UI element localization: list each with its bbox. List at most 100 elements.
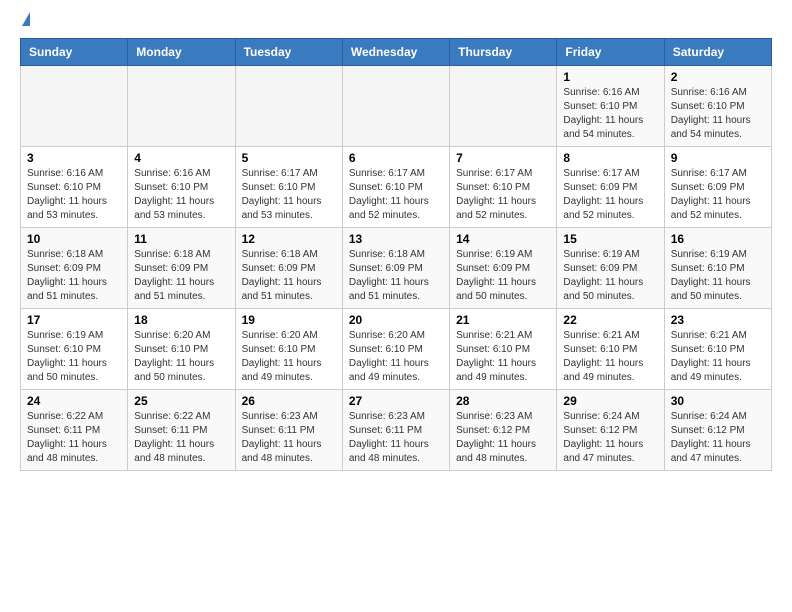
day-cell: 30Sunrise: 6:24 AM Sunset: 6:12 PM Dayli…	[664, 390, 771, 471]
day-cell: 23 Sunrise: 6:21 AM Sunset: 6:10 PM Dayli…	[664, 309, 771, 390]
day-info: Sunrise: 6:17 AM Sunset: 6:09 PM Dayligh…	[563, 167, 657, 223]
day-header-friday: Friday	[557, 39, 664, 66]
day-header-thursday: Thursday	[450, 39, 557, 66]
day-number: 3	[27, 151, 121, 165]
day-header-wednesday: Wednesday	[342, 39, 449, 66]
day-number: 24	[27, 394, 121, 408]
day-cell: 7Sunrise: 6:17 AM Sunset: 6:10 PM Daylig…	[450, 147, 557, 228]
day-number: 15	[563, 232, 657, 246]
day-info: Sunrise: 6:20 AM Sunset: 6:10 PM Dayligh…	[134, 329, 228, 385]
day-number: 18	[134, 313, 228, 327]
day-header-sunday: Sunday	[21, 39, 128, 66]
day-info: Sunrise: 6:18 AM Sunset: 6:09 PM Dayligh…	[349, 248, 443, 304]
day-info: Sunrise: 6:20 AM Sunset: 6:10 PM Dayligh…	[349, 329, 443, 385]
day-cell: 17 Sunrise: 6:19 AM Sunset: 6:10 PM Dayli…	[21, 309, 128, 390]
day-info: Sunrise: 6:24 AM Sunset: 6:12 PM Dayligh…	[671, 410, 765, 466]
day-info: Sunrise: 6:18 AM Sunset: 6:09 PM Dayligh…	[27, 248, 121, 304]
day-cell: 1Sunrise: 6:16 AM Sunset: 6:10 PM Daylig…	[557, 66, 664, 147]
day-cell: 11 Sunrise: 6:18 AM Sunset: 6:09 PM Dayli…	[128, 228, 235, 309]
day-cell: 24 Sunrise: 6:22 AM Sunset: 6:11 PM Dayli…	[21, 390, 128, 471]
day-info: Sunrise: 6:17 AM Sunset: 6:10 PM Dayligh…	[242, 167, 336, 223]
day-info: Sunrise: 6:23 AM Sunset: 6:11 PM Dayligh…	[349, 410, 443, 466]
day-info: Sunrise: 6:16 AM Sunset: 6:10 PM Dayligh…	[134, 167, 228, 223]
day-cell: 16 Sunrise: 6:19 AM Sunset: 6:10 PM Dayli…	[664, 228, 771, 309]
day-info: Sunrise: 6:22 AM Sunset: 6:11 PM Dayligh…	[134, 410, 228, 466]
day-number: 21	[456, 313, 550, 327]
day-info: Sunrise: 6:16 AM Sunset: 6:10 PM Dayligh…	[563, 86, 657, 142]
day-number: 5	[242, 151, 336, 165]
page-container: SundayMondayTuesdayWednesdayThursdayFrid…	[0, 0, 792, 487]
day-number: 4	[134, 151, 228, 165]
day-cell: 27 Sunrise: 6:23 AM Sunset: 6:11 PM Dayli…	[342, 390, 449, 471]
week-row-3: 17 Sunrise: 6:19 AM Sunset: 6:10 PM Dayli…	[21, 309, 772, 390]
day-number: 6	[349, 151, 443, 165]
day-cell: 6 Sunrise: 6:17 AM Sunset: 6:10 PM Daylig…	[342, 147, 449, 228]
day-info: Sunrise: 6:17 AM Sunset: 6:10 PM Dayligh…	[349, 167, 443, 223]
day-cell: 2 Sunrise: 6:16 AM Sunset: 6:10 PM Daylig…	[664, 66, 771, 147]
header-row: SundayMondayTuesdayWednesdayThursdayFrid…	[21, 39, 772, 66]
day-info: Sunrise: 6:20 AM Sunset: 6:10 PM Dayligh…	[242, 329, 336, 385]
day-number: 11	[134, 232, 228, 246]
day-cell	[235, 66, 342, 147]
day-header-monday: Monday	[128, 39, 235, 66]
day-info: Sunrise: 6:16 AM Sunset: 6:10 PM Dayligh…	[27, 167, 121, 223]
day-info: Sunrise: 6:22 AM Sunset: 6:11 PM Dayligh…	[27, 410, 121, 466]
day-number: 9	[671, 151, 765, 165]
day-cell: 26 Sunrise: 6:23 AM Sunset: 6:11 PM Dayli…	[235, 390, 342, 471]
day-cell: 21 Sunrise: 6:21 AM Sunset: 6:10 PM Dayli…	[450, 309, 557, 390]
day-info: Sunrise: 6:17 AM Sunset: 6:09 PM Dayligh…	[671, 167, 765, 223]
day-number: 8	[563, 151, 657, 165]
day-cell: 15Sunrise: 6:19 AM Sunset: 6:09 PM Dayli…	[557, 228, 664, 309]
day-number: 17	[27, 313, 121, 327]
day-number: 7	[456, 151, 550, 165]
day-number: 23	[671, 313, 765, 327]
day-info: Sunrise: 6:24 AM Sunset: 6:12 PM Dayligh…	[563, 410, 657, 466]
day-cell	[342, 66, 449, 147]
day-number: 10	[27, 232, 121, 246]
day-cell: 12 Sunrise: 6:18 AM Sunset: 6:09 PM Dayli…	[235, 228, 342, 309]
day-number: 22	[563, 313, 657, 327]
day-cell: 9 Sunrise: 6:17 AM Sunset: 6:09 PM Daylig…	[664, 147, 771, 228]
day-info: Sunrise: 6:21 AM Sunset: 6:10 PM Dayligh…	[456, 329, 550, 385]
day-cell: 28 Sunrise: 6:23 AM Sunset: 6:12 PM Dayli…	[450, 390, 557, 471]
calendar-table: SundayMondayTuesdayWednesdayThursdayFrid…	[20, 38, 772, 471]
day-header-tuesday: Tuesday	[235, 39, 342, 66]
day-cell	[450, 66, 557, 147]
day-info: Sunrise: 6:21 AM Sunset: 6:10 PM Dayligh…	[563, 329, 657, 385]
day-info: Sunrise: 6:21 AM Sunset: 6:10 PM Dayligh…	[671, 329, 765, 385]
day-number: 28	[456, 394, 550, 408]
day-info: Sunrise: 6:19 AM Sunset: 6:10 PM Dayligh…	[671, 248, 765, 304]
day-cell: 14Sunrise: 6:19 AM Sunset: 6:09 PM Dayli…	[450, 228, 557, 309]
day-info: Sunrise: 6:18 AM Sunset: 6:09 PM Dayligh…	[134, 248, 228, 304]
day-number: 2	[671, 70, 765, 84]
day-number: 19	[242, 313, 336, 327]
header	[20, 16, 772, 26]
day-info: Sunrise: 6:16 AM Sunset: 6:10 PM Dayligh…	[671, 86, 765, 142]
day-cell: 8 Sunrise: 6:17 AM Sunset: 6:09 PM Daylig…	[557, 147, 664, 228]
day-cell: 3 Sunrise: 6:16 AM Sunset: 6:10 PM Daylig…	[21, 147, 128, 228]
day-number: 27	[349, 394, 443, 408]
day-info: Sunrise: 6:19 AM Sunset: 6:10 PM Dayligh…	[27, 329, 121, 385]
week-row-1: 3 Sunrise: 6:16 AM Sunset: 6:10 PM Daylig…	[21, 147, 772, 228]
day-cell: 19 Sunrise: 6:20 AM Sunset: 6:10 PM Dayli…	[235, 309, 342, 390]
day-number: 12	[242, 232, 336, 246]
day-header-saturday: Saturday	[664, 39, 771, 66]
day-info: Sunrise: 6:18 AM Sunset: 6:09 PM Dayligh…	[242, 248, 336, 304]
day-number: 29	[563, 394, 657, 408]
day-cell: 29 Sunrise: 6:24 AM Sunset: 6:12 PM Dayli…	[557, 390, 664, 471]
day-number: 16	[671, 232, 765, 246]
day-cell: 5 Sunrise: 6:17 AM Sunset: 6:10 PM Daylig…	[235, 147, 342, 228]
week-row-4: 24 Sunrise: 6:22 AM Sunset: 6:11 PM Dayli…	[21, 390, 772, 471]
day-cell	[128, 66, 235, 147]
week-row-2: 10 Sunrise: 6:18 AM Sunset: 6:09 PM Dayli…	[21, 228, 772, 309]
day-number: 26	[242, 394, 336, 408]
week-row-0: 1Sunrise: 6:16 AM Sunset: 6:10 PM Daylig…	[21, 66, 772, 147]
day-number: 25	[134, 394, 228, 408]
day-info: Sunrise: 6:23 AM Sunset: 6:11 PM Dayligh…	[242, 410, 336, 466]
day-info: Sunrise: 6:23 AM Sunset: 6:12 PM Dayligh…	[456, 410, 550, 466]
day-cell: 20Sunrise: 6:20 AM Sunset: 6:10 PM Dayli…	[342, 309, 449, 390]
day-number: 13	[349, 232, 443, 246]
logo	[20, 16, 30, 26]
day-cell: 13 Sunrise: 6:18 AM Sunset: 6:09 PM Dayli…	[342, 228, 449, 309]
day-cell: 22 Sunrise: 6:21 AM Sunset: 6:10 PM Dayli…	[557, 309, 664, 390]
